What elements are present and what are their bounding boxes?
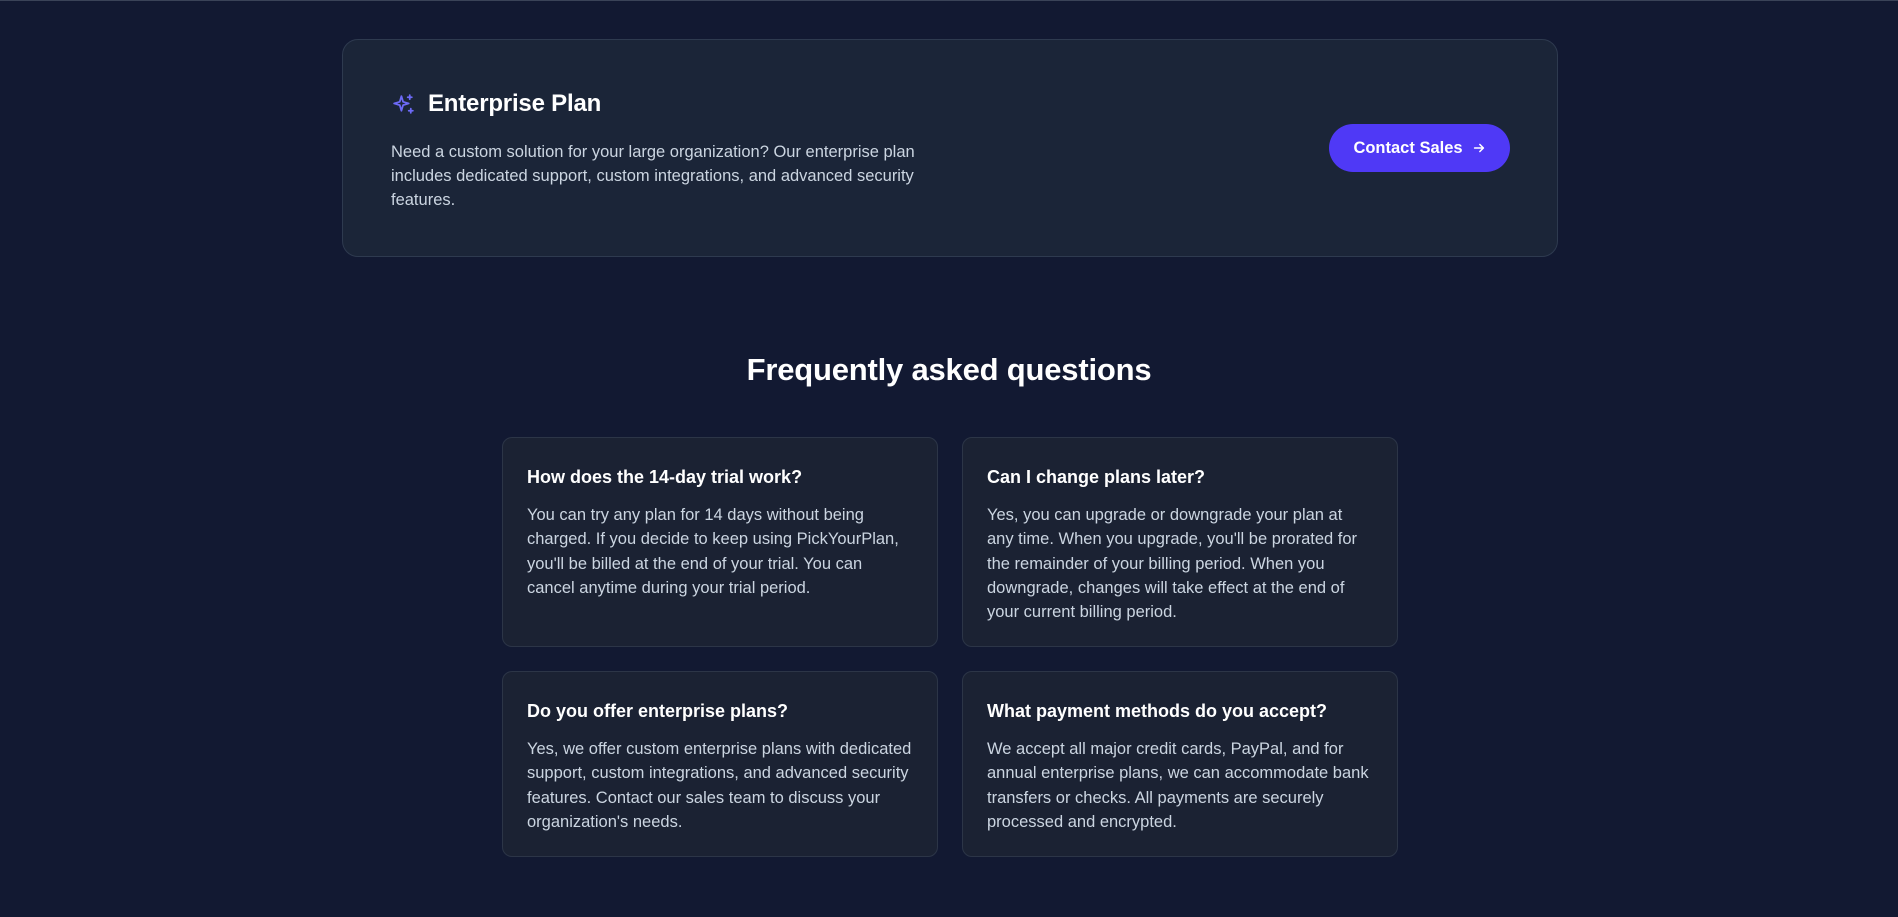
arrow-right-icon (1472, 141, 1486, 155)
faq-card-payment: What payment methods do you accept? We a… (962, 671, 1398, 857)
sparkles-icon (391, 92, 416, 117)
contact-sales-label: Contact Sales (1353, 138, 1463, 157)
faq-card-enterprise: Do you offer enterprise plans? Yes, we o… (502, 671, 938, 857)
enterprise-title-row: Enterprise Plan (391, 90, 601, 118)
enterprise-title: Enterprise Plan (428, 90, 602, 117)
contact-sales-button[interactable]: Contact Sales (1329, 124, 1510, 172)
faq-question: What payment methods do you accept? (987, 701, 1328, 721)
enterprise-description: Need a custom solution for your large or… (391, 143, 915, 209)
faq-card-trial: How does the 14-day trial work? You can … (502, 437, 938, 647)
faq-answer: Yes, we offer custom enterprise plans wi… (527, 740, 912, 831)
faq-question: Can I change plans later? (987, 467, 1206, 487)
faq-heading: Frequently asked questions (746, 352, 1152, 387)
faq-question: How does the 14-day trial work? (527, 467, 803, 487)
faq-question: Do you offer enterprise plans? (527, 701, 789, 721)
faq-answer: Yes, you can upgrade or downgrade your p… (987, 506, 1358, 622)
enterprise-plan-card: Enterprise Plan Need a custom solution f… (342, 39, 1558, 257)
top-divider (0, 0, 1898, 1)
faq-answer: We accept all major credit cards, PayPal… (987, 740, 1369, 831)
faq-card-change-plans: Can I change plans later? Yes, you can u… (962, 437, 1398, 647)
faq-answer: You can try any plan for 14 days without… (527, 506, 899, 597)
